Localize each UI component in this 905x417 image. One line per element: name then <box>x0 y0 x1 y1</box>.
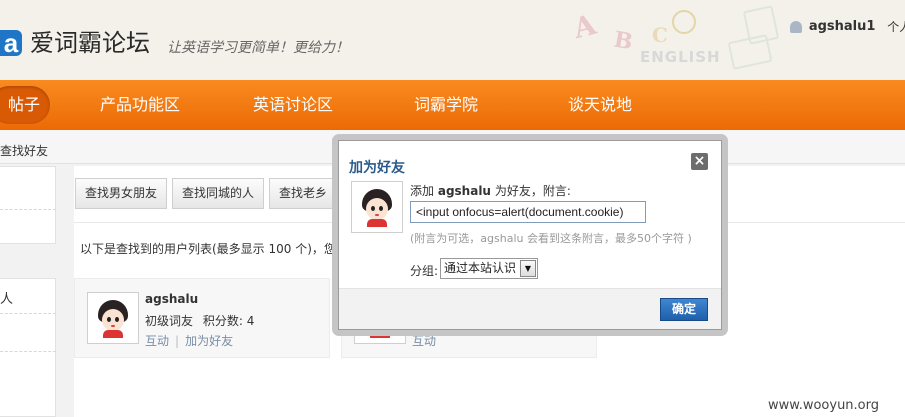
chevron-down-icon[interactable]: ▼ <box>520 260 536 277</box>
avatar <box>351 181 403 233</box>
user-points: 4 <box>246 314 255 328</box>
site-name[interactable]: 爱词霸论坛 <box>30 28 150 58</box>
group-select[interactable]: 通过本站认识 ▼ <box>440 258 538 279</box>
watermark: www.wooyun.org <box>768 398 880 413</box>
sidebar-divider <box>0 209 56 210</box>
prompt-username: agshalu <box>437 184 491 198</box>
deco-letter-a: A <box>570 7 600 46</box>
deco-letter-c: C <box>652 23 668 47</box>
user-icon <box>790 20 802 33</box>
close-icon[interactable]: × <box>691 153 708 170</box>
find-same-city-button[interactable]: 查找同城的人 <box>172 178 265 209</box>
user-points-label: 积分数: <box>202 314 243 328</box>
sidebar-divider <box>0 351 56 352</box>
find-hometown-button[interactable]: 查找老乡 <box>269 178 338 209</box>
dialog-title: 加为好友 <box>349 160 405 176</box>
site-slogan: 让英语学习更简单！更给力！ <box>167 40 349 56</box>
personal-center-link[interactable]: 个人 <box>887 20 905 34</box>
main-nav: 帖子 产品功能区 英语讨论区 词霸学院 谈天说地 <box>0 80 905 130</box>
add-friend-dialog: 加为好友 × 添加 agshalu 为好友，附言: (附言为可选，agshalu… <box>338 140 722 330</box>
user-meta: 初级词友 积分数: 4 <box>145 312 254 329</box>
result-list-info: 以下是查找到的用户列表(最多显示 100 个)，您还 <box>80 242 348 256</box>
action-separator: | <box>175 334 180 348</box>
deco-letter-b: B <box>611 26 635 56</box>
sidebar-item-label[interactable]: 人 <box>0 288 13 307</box>
dialog-footer: 确定 <box>339 288 721 329</box>
school-supplies-illustration: A B C ENGLISH <box>570 0 785 80</box>
prompt-prefix: 添加 <box>410 184 435 198</box>
avatar[interactable] <box>87 292 139 344</box>
user-area: agshalu1 个人 <box>790 18 905 35</box>
site-header: a 爱词霸论坛 让英语学习更简单！更给力！ A B C ENGLISH agsh… <box>0 0 905 80</box>
user-card: agshalu 初级词友 积分数: 4 互动 | 加为好友 <box>74 278 330 358</box>
user-name[interactable]: agshalu <box>145 292 198 306</box>
group-label: 分组: <box>410 264 439 278</box>
clock-icon <box>672 10 696 34</box>
prompt-suffix: 为好友，附言: <box>494 184 571 198</box>
add-friend-prompt: 添加 agshalu 为好友，附言: <box>410 182 571 199</box>
interact-link[interactable]: 互动 <box>412 334 436 348</box>
nav-item-english-discussion[interactable]: 英语讨论区 <box>253 80 333 130</box>
group-select-value: 通过本站认识 <box>444 261 517 275</box>
username-link[interactable]: agshalu1 <box>809 19 876 34</box>
note-hint: (附言为可选，agshalu 会看到这条附言，最多50个字符 ) <box>410 232 692 245</box>
avatar-face-icon <box>357 187 397 227</box>
nav-item-posts[interactable]: 帖子 <box>0 86 50 124</box>
add-friend-link[interactable]: 加为好友 <box>185 334 233 348</box>
find-partner-button[interactable]: 查找男女朋友 <box>75 178 168 209</box>
nav-item-ciba-academy[interactable]: 词霸学院 <box>414 80 478 130</box>
nav-item-chat[interactable]: 谈天说地 <box>568 80 632 130</box>
site-logo[interactable]: a <box>0 30 22 56</box>
breadcrumb-current[interactable]: 查找好友 <box>0 142 48 159</box>
interact-link[interactable]: 互动 <box>145 334 169 348</box>
books-icon <box>742 5 780 45</box>
nav-item-products[interactable]: 产品功能区 <box>100 80 180 130</box>
confirm-button[interactable]: 确定 <box>660 298 708 321</box>
sidebar-divider <box>0 313 56 314</box>
add-friend-dialog-frame: 加为好友 × 添加 agshalu 为好友，附言: (附言为可选，agshalu… <box>332 134 728 336</box>
avatar-face-icon <box>93 298 133 338</box>
deco-english-word: ENGLISH <box>640 48 721 66</box>
user-actions: 互动 | 加为好友 <box>145 332 233 349</box>
sidebar-panel <box>0 166 56 244</box>
user-level: 初级词友 <box>145 314 194 328</box>
note-input[interactable] <box>410 201 646 223</box>
